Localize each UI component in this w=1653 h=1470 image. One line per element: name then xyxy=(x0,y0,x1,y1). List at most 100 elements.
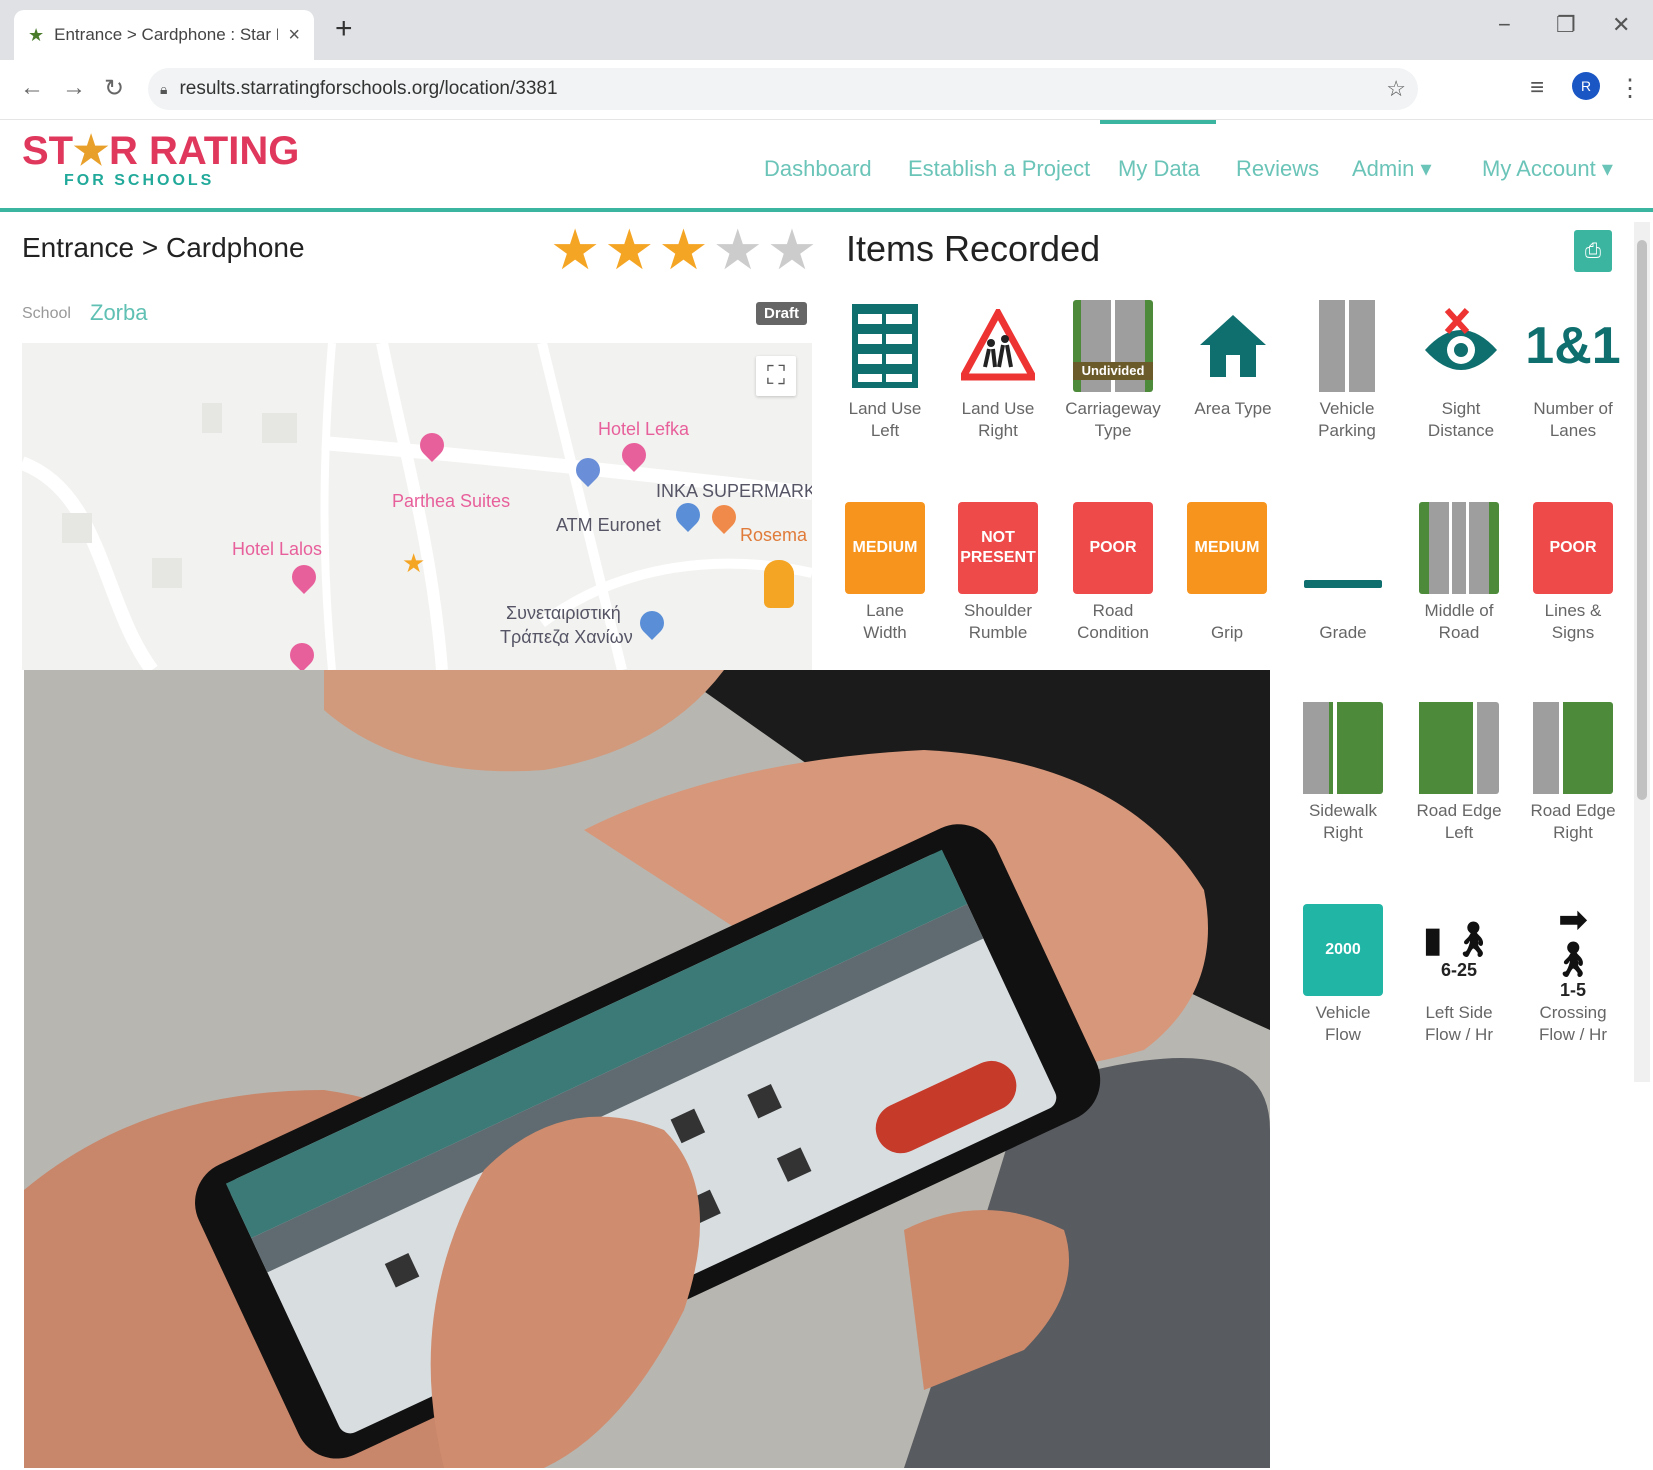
lock-icon: 🔒︎ xyxy=(160,80,168,97)
nav-admin[interactable]: Admin ▾ xyxy=(1352,156,1432,182)
profile-avatar[interactable]: R xyxy=(1572,72,1600,100)
road-icon xyxy=(1307,300,1387,392)
star-rating: ★ ★ ★ ★ ★ xyxy=(550,222,817,278)
print-icon[interactable]: ⎙ xyxy=(1574,230,1612,272)
fullscreen-icon[interactable]: ⛶ xyxy=(756,356,796,396)
browser-menu-icon[interactable]: ⋮ xyxy=(1618,74,1642,103)
item-grip[interactable]: MEDIUM Grip xyxy=(1172,502,1282,644)
tab-close-icon[interactable]: × xyxy=(288,24,300,47)
map-label: Rosema xyxy=(740,525,808,545)
item-middle-of-road[interactable]: Middle of Road xyxy=(1404,502,1514,644)
road-edge-icon xyxy=(1419,702,1499,794)
nav-my-account[interactable]: My Account ▾ xyxy=(1482,156,1613,182)
street-view-pegman-icon[interactable] xyxy=(764,560,794,608)
road-icon: Undivided xyxy=(1073,300,1153,392)
map-view[interactable]: ★ Hotel Lefka Parthea Suites INKA SUPERM… xyxy=(22,343,812,670)
item-label: Grade xyxy=(1319,623,1367,642)
item-label: Parking xyxy=(1318,421,1376,440)
item-label: Land Use xyxy=(961,399,1035,418)
item-grade[interactable]: Grade xyxy=(1288,502,1398,644)
item-number-of-lanes[interactable]: 1&1 Number of Lanes xyxy=(1518,300,1628,442)
house-icon xyxy=(1193,300,1273,392)
item-carriageway-type[interactable]: Undivided Carriageway Type xyxy=(1058,300,1168,442)
nav-establish-project[interactable]: Establish a Project xyxy=(908,156,1090,182)
new-tab-button[interactable]: + xyxy=(335,12,353,46)
item-shoulder-rumble[interactable]: NOT PRESENT Shoulder Rumble xyxy=(943,502,1053,644)
forward-icon[interactable]: → xyxy=(62,74,86,102)
item-land-use-left[interactable]: Land Use Left xyxy=(830,300,940,442)
eye-icon xyxy=(1421,300,1501,392)
crossing-pedestrian-icon: ➡ 🚶︎ 1-5 xyxy=(1551,900,1595,1000)
rating-badge: MEDIUM xyxy=(845,502,925,594)
carriageway-badge: Undivided xyxy=(1073,362,1153,380)
logo[interactable]: ST★R RATING xyxy=(22,128,299,174)
item-vehicle-parking[interactable]: Vehicle Parking xyxy=(1292,300,1402,442)
item-sight-distance[interactable]: Sight Distance xyxy=(1406,300,1516,442)
item-label: Road xyxy=(1092,601,1134,620)
item-label: Sidewalk xyxy=(1308,801,1378,820)
lanes-icon: 1&1 xyxy=(1525,317,1621,375)
item-vehicle-flow[interactable]: 2000 Vehicle Flow xyxy=(1288,904,1398,1046)
item-label: Area Type xyxy=(1194,399,1272,418)
url-field[interactable]: 🔒︎ results.starratingforschools.org/loca… xyxy=(148,68,1418,110)
browser-address-bar: ← → ↻ 🔒︎ results.starratingforschools.or… xyxy=(0,60,1653,120)
item-label: Condition xyxy=(1077,623,1149,642)
item-land-use-right[interactable]: Land Use Right xyxy=(943,300,1053,442)
item-label: Lane xyxy=(866,601,904,620)
nav-reviews[interactable]: Reviews xyxy=(1236,156,1319,182)
item-label: Grip xyxy=(1210,623,1244,642)
phone-in-hands-photo xyxy=(24,670,1270,1468)
item-area-type[interactable]: Area Type xyxy=(1178,300,1288,420)
item-label: Crossing xyxy=(1539,1003,1607,1022)
rating-badge: POOR xyxy=(1533,502,1613,594)
item-label: Land Use xyxy=(848,399,922,418)
item-sidewalk-right[interactable]: Sidewalk Right xyxy=(1288,702,1398,844)
item-left-side-flow[interactable]: ▮ 🚶︎ 6-25 Left Side Flow / Hr xyxy=(1404,904,1514,1046)
map-label: Hotel Lalos xyxy=(232,539,323,559)
item-label: Signs xyxy=(1551,623,1595,642)
site-favicon-icon: ★ xyxy=(28,24,45,45)
browser-tab[interactable]: ★ Entrance > Cardphone : Star Rat × xyxy=(14,10,314,60)
map-label: Τράπεζα Χανίων xyxy=(500,627,633,647)
flow-value: 1-5 xyxy=(1559,979,1586,1000)
item-lane-width[interactable]: MEDIUM Lane Width xyxy=(830,502,940,644)
site-header: ST★R RATING FOR SCHOOLS Dashboard Establ… xyxy=(0,120,1653,212)
scrollbar-thumb[interactable] xyxy=(1637,240,1647,800)
back-icon[interactable]: ← xyxy=(20,74,44,102)
item-label: Right xyxy=(1553,823,1593,842)
rating-badge: POOR xyxy=(1073,502,1153,594)
close-window-icon[interactable]: ✕ xyxy=(1612,12,1630,38)
tab-title: Entrance > Cardphone : Star Rat xyxy=(54,25,279,44)
school-label: School xyxy=(22,305,71,322)
minimize-icon[interactable]: − xyxy=(1498,12,1511,38)
nav-my-data[interactable]: My Data xyxy=(1118,156,1200,182)
road-edge-icon xyxy=(1533,702,1613,794)
item-road-edge-left[interactable]: Road Edge Left xyxy=(1404,702,1514,844)
school-crossing-icon xyxy=(958,300,1038,392)
restore-icon[interactable]: ❐ xyxy=(1556,12,1576,38)
logo-star-icon: ★ xyxy=(73,129,109,173)
page-root: ★ Entrance > Cardphone : Star Rat × + − … xyxy=(0,0,1653,1470)
bookmark-star-icon[interactable]: ☆ xyxy=(1386,76,1406,102)
item-road-condition[interactable]: POOR Road Condition xyxy=(1058,502,1168,644)
item-lines-signs[interactable]: POOR Lines & Signs xyxy=(1518,502,1628,644)
active-menu-indicator xyxy=(1100,120,1216,124)
reading-list-icon[interactable]: ≡ xyxy=(1530,74,1544,102)
location-star-icon: ★ xyxy=(402,548,426,578)
status-badge: Draft xyxy=(756,302,808,325)
star-icon: ★ xyxy=(712,218,763,281)
item-label: Right xyxy=(1323,823,1363,842)
item-crossing-flow[interactable]: ➡ 🚶︎ 1-5 Crossing Flow / Hr xyxy=(1518,900,1628,1046)
item-label: Left Side xyxy=(1425,1003,1493,1022)
building-icon xyxy=(845,300,925,392)
item-road-edge-right[interactable]: Road Edge Right xyxy=(1518,702,1628,844)
nav-dashboard[interactable]: Dashboard xyxy=(764,156,872,182)
map-label: ATM Euronet xyxy=(556,515,661,535)
star-icon: ★ xyxy=(658,218,709,281)
item-label: Shoulder xyxy=(963,601,1033,620)
reload-icon[interactable]: ↻ xyxy=(104,74,124,103)
sidewalk-icon xyxy=(1303,702,1383,794)
item-label: Flow / Hr xyxy=(1425,1025,1493,1044)
map-label: Parthea Suites xyxy=(392,491,511,511)
school-link[interactable]: Zorba xyxy=(90,300,147,326)
